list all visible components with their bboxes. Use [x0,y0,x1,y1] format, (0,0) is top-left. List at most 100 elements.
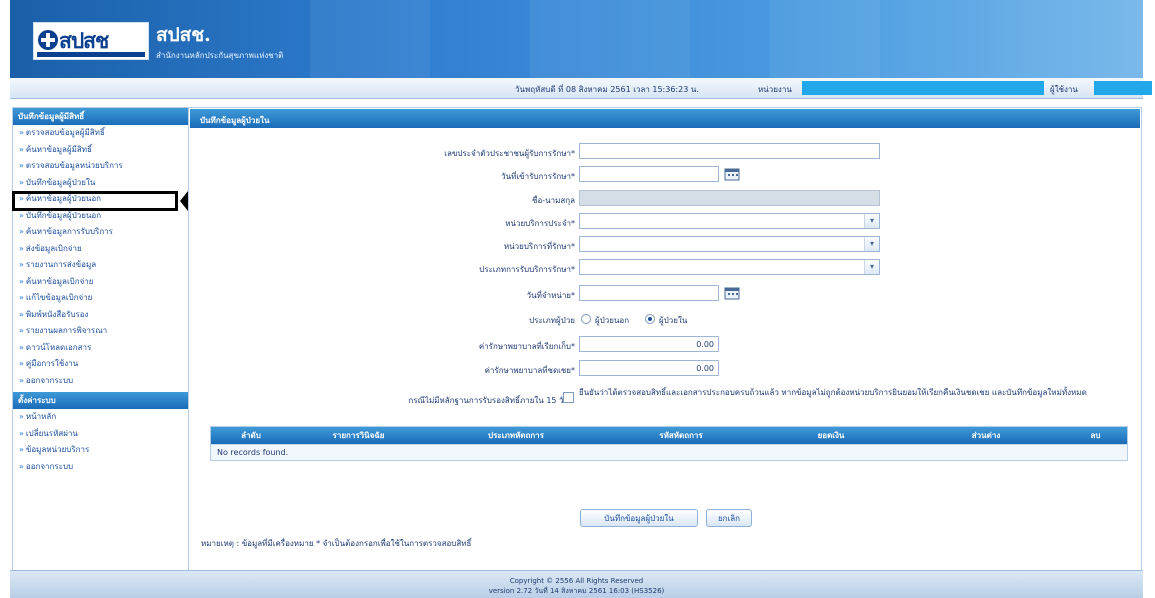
sidebar-item-claims-0[interactable]: » ตรวจสอบข้อมูลผู้มีสิทธิ์ [13,125,188,142]
table-column-header[interactable]: ลำดับ [211,427,291,444]
bullet-icon: » [19,428,24,438]
sidebar-item-label: แก้ไขข้อมูลเบิกจ่าย [25,293,93,302]
amount-claim-input[interactable] [579,336,719,352]
patient-type-label: ประเภทผู้ป่วย [529,316,575,325]
sidebar-item-claims-3[interactable]: » บันทึกข้อมูลผู้ป่วยใน [13,175,188,192]
table-column-header[interactable]: ยอดเงิน [756,427,906,444]
amount-paid-input[interactable] [579,360,719,376]
bullet-icon: » [19,210,24,220]
bullet-icon: » [19,260,24,269]
sidebar-list-settings: » หน้าหลัก» เปลี่ยนรหัสผ่าน» ข้อมูลหน่วยบริ… [13,409,188,475]
table-column-header[interactable]: ประเภทหัตถการ [426,427,606,444]
sidebar-item-label: ดาวน์โหลดเอกสาร [25,342,92,352]
sidebar-item-claims-10[interactable]: » แก้ไขข้อมูลเบิกจ่าย [13,290,188,307]
footer-copyright: Copyright © 2556 All Rights Reserved [509,577,644,585]
discharge-date-label: วันที่จำหน่าย* [526,291,575,300]
sidebar-highlight-box [12,191,178,211]
sidebar-item-label: ข้อมูลหน่วยบริการ [25,445,90,454]
sidebar-item-claims-6[interactable]: » ค้นหาข้อมูลการรับบริการ [13,224,188,241]
sidebar-item-label: ค้นหาข้อมูลเบิกจ่าย [25,276,94,286]
table-header: ลำดับ รายการวินิจฉัย ประเภทหัตถการ รหัสหัตถ… [211,427,1127,444]
panel-header: บันทึกข้อมูลผู้ป่วยใน [190,109,1140,128]
sidebar-item-label: รายงานผลการพิจารณา [25,326,108,335]
save-button[interactable]: บันทึกข้อมูลผู้ป่วยใน [580,509,698,527]
sidebar-item-label: เปลี่ยนรหัสผ่าน [25,428,78,438]
sidebar-item-label: ค้นหาข้อมูลการรับบริการ [25,227,113,236]
sidebar-item-claims-12[interactable]: » รายงานผลการพิจารณา [13,323,188,340]
sidebar-item-settings-2[interactable]: » ข้อมูลหน่วยบริการ [13,442,188,459]
patient-type-radio-outpatient[interactable] [581,314,591,324]
cancel-button[interactable]: ยกเลิก [706,509,752,527]
sidebar-item-label: คู่มือการใช้งาน [25,359,79,368]
site-footer: Copyright © 2556 All Rights Reserved ver… [10,570,1143,598]
sidebar-item-claims-13[interactable]: » ดาวน์โหลดเอกสาร [13,340,188,357]
patient-type-radio-inpatient[interactable] [645,314,655,324]
bullet-icon: » [19,461,24,471]
pid-label: เลขประจำตัวประชาชนผู้รับการรักษา* [444,149,575,158]
bullet-icon: » [19,243,24,253]
sidebar-item-claims-14[interactable]: » คู่มือการใช้งาน [13,356,188,373]
sidebar-item-settings-1[interactable]: » เปลี่ยนรหัสผ่าน [13,426,188,443]
bullet-icon: » [19,161,24,170]
sidebar-item-claims-2[interactable]: » ตรวจสอบข้อมูลหน่วยบริการ [13,158,188,175]
status-user-label: ผู้ใช้งาน [1050,85,1078,94]
panel-title: บันทึกข้อมูลผู้ป่วยใน [200,116,270,125]
sidebar-item-label: รายงานการส่งข้อมูล [25,260,97,269]
admit-date-input[interactable] [579,166,719,182]
bullet-icon: » [19,177,24,187]
chevron-down-icon: ▾ [864,237,879,251]
sidebar-item-label: ออกจากระบบ [25,375,74,385]
admit-date-calendar-icon[interactable] [724,167,740,181]
treatment-type-label: ประเภทการรับบริการรักษา* [479,265,575,274]
table-column-header[interactable]: รหัสหัตถการ [606,427,756,444]
sidebar-item-claims-8[interactable]: » รายงานการส่งข้อมูล [13,257,188,274]
hospital-select[interactable]: ▾ [579,236,880,252]
sidebar: บันทึกข้อมูลผู้มีสิทธิ์ » ตรวจสอบข้อมูลผู… [12,107,189,571]
table-column-header[interactable]: ส่วนต่าง [906,427,1066,444]
logo[interactable]: สปสช [33,22,149,60]
treatment-type-select[interactable]: ▾ [579,259,880,275]
bullet-icon: » [19,445,24,454]
sidebar-item-label: ส่งข้อมูลเบิกจ่าย [25,243,82,253]
sidebar-item-label: หน้าหลัก [25,412,57,421]
sidebar-list-claims: » ตรวจสอบข้อมูลผู้มีสิทธิ์» ค้นหาข้อมูลผู้… [13,125,188,389]
sidebar-item-settings-0[interactable]: » หน้าหลัก [13,409,188,426]
discharge-date-input[interactable] [579,285,719,301]
amount-claim-label: ค่ารักษาพยาบาลที่เรียกเก็บ* [478,342,575,351]
main-panel: บันทึกข้อมูลผู้ป่วยใน เลขประจำตัวประชาชน… [188,107,1142,571]
footer-version: version 2.72 วันที่ 14 สิงหาคม 2561 16:0… [488,587,665,595]
sidebar-item-claims-11[interactable]: » พิมพ์หนังสือรับรอง [13,307,188,324]
diagnosis-table: ลำดับ รายการวินิจฉัย ประเภทหัตถการ รหัสหัตถ… [210,426,1128,461]
sidebar-item-label: ตรวจสอบข้อมูลหน่วยบริการ [25,161,123,170]
logo-tagline-bar [37,52,145,57]
sidebar-item-label: บันทึกข้อมูลผู้ป่วยนอก [25,210,102,220]
sidebar-item-claims-7[interactable]: » ส่งข้อมูลเบิกจ่าย [13,241,188,258]
discharge-date-calendar-icon[interactable] [724,286,740,300]
status-department-value [802,81,1044,95]
sidebar-item-label: ออกจากระบบ [25,461,74,471]
consent-checkbox[interactable] [563,392,574,403]
sidebar-item-claims-15[interactable]: » ออกจากระบบ [13,373,188,390]
required-fields-note: หมายเหตุ : ข้อมูลที่มีเครื่องหมาย * จำเป… [201,539,472,548]
bullet-icon: » [19,326,24,335]
service-unit-label: หน่วยบริการประจำ* [505,219,575,228]
site-header: สปสช สปสช. สำนักงานหลักประกันสุขภาพแห่งช… [10,0,1143,78]
sidebar-item-settings-3[interactable]: » ออกจากระบบ [13,459,188,476]
sidebar-item-claims-1[interactable]: » ค้นหาข้อมูลผู้มีสิทธิ์ [13,142,188,159]
table-column-header[interactable]: ลบ [1066,427,1125,444]
sidebar-section-claims: บันทึกข้อมูลผู้มีสิทธิ์ [13,108,188,125]
service-unit-select[interactable]: ▾ [579,213,880,229]
sidebar-item-label: ค้นหาข้อมูลผู้มีสิทธิ์ [25,144,92,154]
bullet-icon: » [19,309,24,319]
pid-input[interactable] [579,143,880,159]
patient-type-option-inpatient: ผู้ป่วยใน [659,316,688,325]
status-user-value [1094,81,1152,95]
name-field [579,190,880,206]
hospital-label: หน่วยบริการที่รักษา* [503,242,575,251]
sidebar-item-label: บันทึกข้อมูลผู้ป่วยใน [25,177,96,187]
table-column-header[interactable]: รายการวินิจฉัย [291,427,426,444]
bullet-icon: » [19,359,24,368]
sidebar-item-claims-9[interactable]: » ค้นหาข้อมูลเบิกจ่าย [13,274,188,291]
amount-paid-label: ค่ารักษาพยาบาลที่ชดเชย* [484,366,575,375]
sidebar-section-settings: ตั้งค่าระบบ [13,392,188,409]
